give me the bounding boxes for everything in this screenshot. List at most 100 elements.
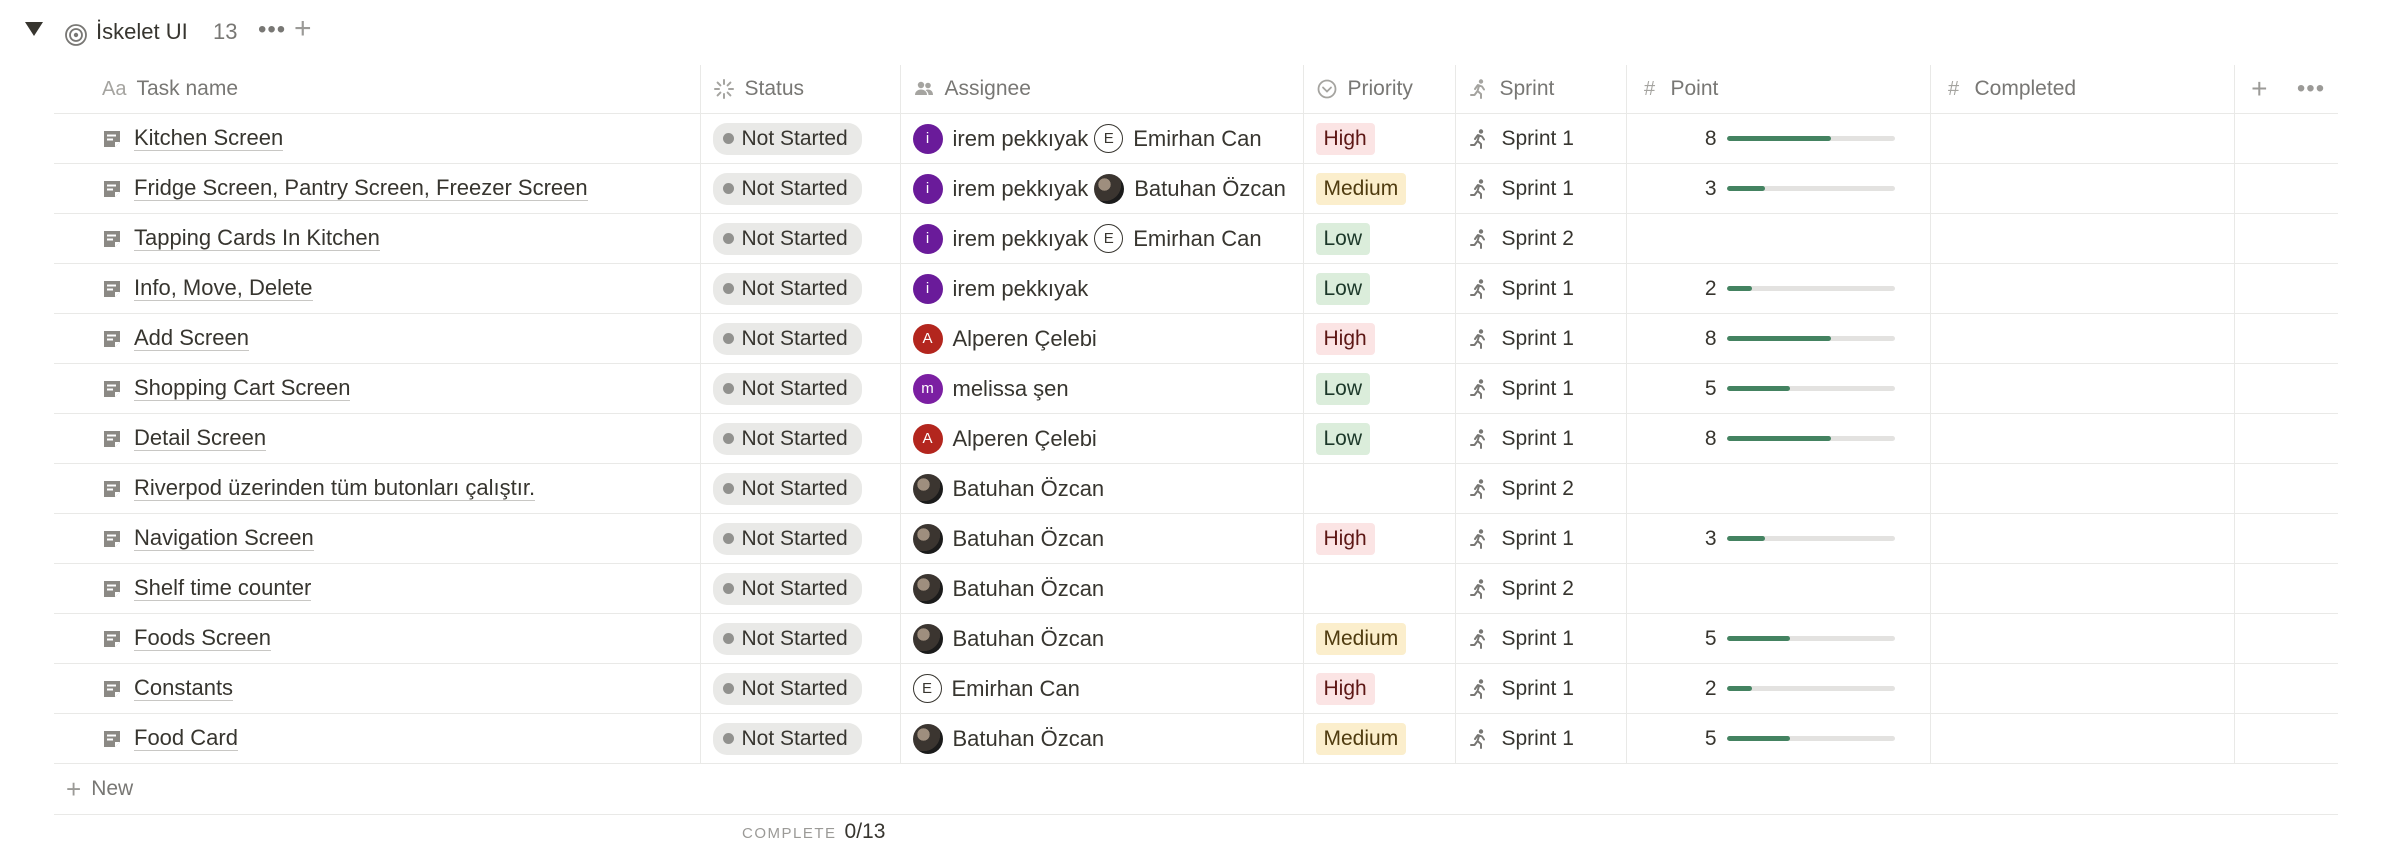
priority-cell[interactable] (1302, 563, 1455, 614)
sprint-cell[interactable]: Sprint 1 (1454, 663, 1626, 714)
task-title[interactable]: Detail Screen (134, 426, 267, 451)
sprint-link[interactable]: Sprint 2 (1468, 227, 1574, 251)
sprint-cell[interactable]: Sprint 1 (1454, 113, 1626, 164)
sprint-link[interactable]: Sprint 1 (1468, 127, 1574, 151)
sprint-cell[interactable]: Sprint 1 (1454, 713, 1626, 764)
priority-cell[interactable]: Low (1302, 413, 1455, 464)
task-name-cell[interactable]: Detail Screen (54, 413, 700, 464)
status-cell[interactable]: Not Started (699, 113, 900, 164)
completed-cell[interactable] (1929, 663, 2234, 714)
assignee-chip[interactable]: i irem pekkıyak (912, 173, 1088, 204)
completed-cell[interactable] (1929, 463, 2234, 514)
task-title[interactable]: Info, Move, Delete (134, 276, 313, 301)
sprint-link[interactable]: Sprint 1 (1468, 327, 1574, 351)
task-name-cell[interactable]: Foods Screen (54, 613, 700, 664)
task-title[interactable]: Add Screen (134, 326, 249, 351)
table-row[interactable]: Tapping Cards In Kitchen Not Started i irem… (54, 213, 2338, 264)
point-cell[interactable] (1625, 213, 1930, 264)
sprint-link[interactable]: Sprint 1 (1468, 527, 1574, 551)
task-name-cell[interactable]: Constants (54, 663, 700, 714)
column-header-point[interactable]: # Point (1625, 65, 1930, 114)
assignee-chip[interactable]: Batuhan Özcan (912, 723, 1104, 754)
sprint-cell[interactable]: Sprint 1 (1454, 413, 1626, 464)
task-title[interactable]: Fridge Screen, Pantry Screen, Freezer Sc… (134, 176, 588, 201)
status-cell[interactable]: Not Started (699, 613, 900, 664)
task-title[interactable]: Foods Screen (134, 626, 271, 651)
assignee-chip[interactable]: Batuhan Özcan (912, 623, 1104, 654)
completed-cell[interactable] (1929, 563, 2234, 614)
sprint-cell[interactable]: Sprint 2 (1454, 563, 1626, 614)
completed-cell[interactable] (1929, 113, 2234, 164)
priority-cell[interactable]: Medium (1302, 713, 1455, 764)
sprint-link[interactable]: Sprint 1 (1468, 177, 1574, 201)
sprint-cell[interactable]: Sprint 1 (1454, 363, 1626, 414)
task-title[interactable]: Kitchen Screen (134, 126, 284, 151)
point-cell[interactable]: 5 (1625, 613, 1930, 664)
completed-cell[interactable] (1929, 363, 2234, 414)
sprint-link[interactable]: Sprint 1 (1468, 627, 1574, 651)
sprint-link[interactable]: Sprint 1 (1468, 727, 1574, 751)
task-name-cell[interactable]: Info, Move, Delete (54, 263, 700, 314)
assignee-cell[interactable]: Batuhan Özcan (899, 513, 1303, 564)
status-cell[interactable]: Not Started (699, 713, 900, 764)
assignee-cell[interactable]: Batuhan Özcan (899, 613, 1303, 664)
task-title[interactable]: Navigation Screen (134, 526, 314, 551)
group-title[interactable]: İskelet UI (96, 19, 188, 45)
completed-cell[interactable] (1929, 263, 2234, 314)
priority-cell[interactable]: High (1302, 663, 1455, 714)
assignee-chip[interactable]: E Emirhan Can (1094, 124, 1262, 153)
task-name-cell[interactable]: Shopping Cart Screen (54, 363, 700, 414)
assignee-cell[interactable]: i irem pekkıyak E Emirhan Can (899, 213, 1303, 264)
point-cell[interactable]: 2 (1625, 263, 1930, 314)
point-cell[interactable]: 2 (1625, 663, 1930, 714)
status-cell[interactable]: Not Started (699, 313, 900, 364)
status-cell[interactable]: Not Started (699, 563, 900, 614)
status-cell[interactable]: Not Started (699, 663, 900, 714)
priority-cell[interactable]: High (1302, 113, 1455, 164)
group-add-icon[interactable]: + (294, 14, 312, 44)
task-title[interactable]: Food Card (134, 726, 238, 751)
status-cell[interactable]: Not Started (699, 213, 900, 264)
table-row[interactable]: Fridge Screen, Pantry Screen, Freezer Sc… (54, 163, 2338, 214)
completed-cell[interactable] (1929, 713, 2234, 764)
task-name-cell[interactable]: Riverpod üzerinden tüm butonları çalıştı… (54, 463, 700, 514)
add-column-icon[interactable]: + (2233, 65, 2284, 114)
assignee-chip[interactable]: i irem pekkıyak (912, 273, 1088, 304)
status-cell[interactable]: Not Started (699, 163, 900, 214)
sprint-cell[interactable]: Sprint 2 (1454, 463, 1626, 514)
table-row[interactable]: Food Card Not Started Batuhan Özcan Medium S… (54, 713, 2338, 764)
column-header-task-name[interactable]: Aa Task name (54, 65, 700, 114)
point-cell[interactable]: 8 (1625, 113, 1930, 164)
column-header-sprint[interactable]: Sprint (1454, 65, 1626, 114)
priority-cell[interactable]: Low (1302, 363, 1455, 414)
task-name-cell[interactable]: Shelf time counter (54, 563, 700, 614)
assignee-cell[interactable]: i irem pekkıyak Batuhan Özcan (899, 163, 1303, 214)
point-cell[interactable]: 3 (1625, 513, 1930, 564)
sprint-link[interactable]: Sprint 2 (1468, 477, 1574, 501)
status-cell[interactable]: Not Started (699, 513, 900, 564)
completed-cell[interactable] (1929, 213, 2234, 264)
status-cell[interactable]: Not Started (699, 463, 900, 514)
completed-cell[interactable] (1929, 163, 2234, 214)
table-row[interactable]: Detail Screen Not Started A Alperen Çelebi L… (54, 413, 2338, 464)
point-cell[interactable]: 3 (1625, 163, 1930, 214)
task-title[interactable]: Riverpod üzerinden tüm butonları çalıştı… (134, 476, 536, 501)
assignee-chip[interactable]: i irem pekkıyak (912, 123, 1088, 154)
assignee-chip[interactable]: i irem pekkıyak (912, 223, 1088, 254)
column-header-priority[interactable]: Priority (1302, 65, 1455, 114)
completed-cell[interactable] (1929, 413, 2234, 464)
priority-cell[interactable]: Low (1302, 263, 1455, 314)
point-cell[interactable]: 5 (1625, 363, 1930, 414)
table-row[interactable]: Info, Move, Delete Not Started i irem pekkı… (54, 263, 2338, 314)
assignee-cell[interactable]: Batuhan Özcan (899, 563, 1303, 614)
more-columns-icon[interactable]: ••• (2284, 65, 2338, 114)
sprint-link[interactable]: Sprint 1 (1468, 277, 1574, 301)
table-row[interactable]: Shopping Cart Screen Not Started m melissa … (54, 363, 2338, 414)
assignee-cell[interactable]: A Alperen Çelebi (899, 313, 1303, 364)
new-row-button[interactable]: + New (54, 764, 2338, 815)
table-row[interactable]: Kitchen Screen Not Started i irem pekkıyak E… (54, 113, 2338, 164)
assignee-chip[interactable]: Batuhan Özcan (912, 523, 1104, 554)
point-cell[interactable]: 5 (1625, 713, 1930, 764)
completed-cell[interactable] (1929, 613, 2234, 664)
assignee-chip[interactable]: E Emirhan Can (1094, 224, 1262, 253)
